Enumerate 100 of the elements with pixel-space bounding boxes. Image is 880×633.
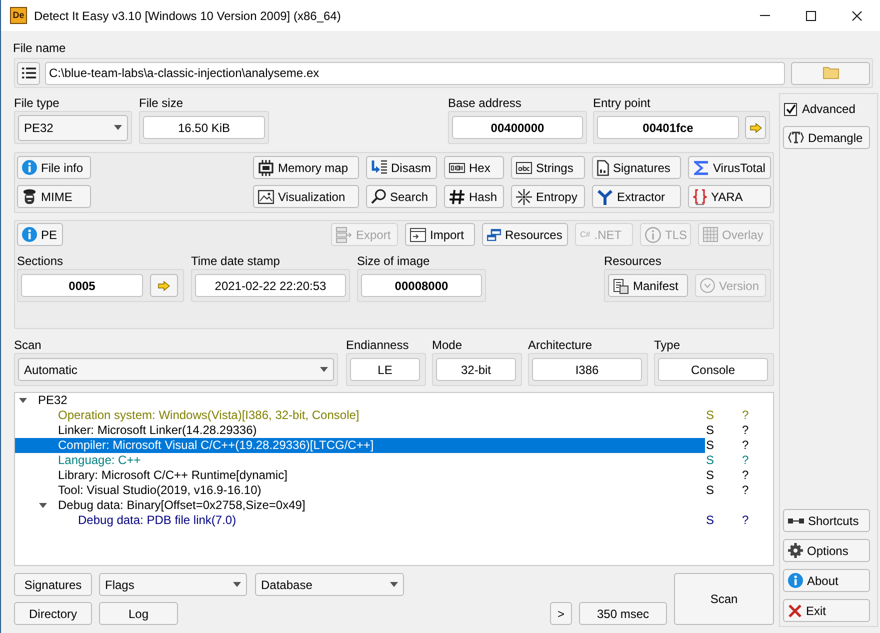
info-icon <box>22 160 37 175</box>
folder-icon <box>822 67 838 79</box>
shortcuts-button[interactable]: Shortcuts <box>783 509 870 532</box>
scan-mode-dropdown[interactable]: Automatic <box>18 358 334 381</box>
tree-item[interactable]: Language: C++ <box>15 453 705 468</box>
tree-item[interactable]: Compiler: Microsoft Visual C/C++(19.28.29336)[LTCG/C++] <box>15 438 705 453</box>
chevron-circle-icon <box>700 278 715 293</box>
manifest-button[interactable]: Manifest <box>608 274 688 297</box>
file-type-dropdown[interactable]: PE32 <box>18 114 128 140</box>
window-icon <box>410 228 426 242</box>
flags-dropdown[interactable]: Flags <box>99 573 247 596</box>
binary-icon <box>449 162 465 172</box>
info-outline-icon <box>645 226 661 242</box>
tree-item[interactable]: Debug data: PDB file link(7.0) <box>15 513 705 528</box>
tree-cell-text: S <box>705 423 716 438</box>
memory-map-button[interactable]: Memory map <box>253 156 359 179</box>
arrow-button[interactable] <box>745 116 766 139</box>
mode-field[interactable]: 32-bit <box>436 358 516 381</box>
tree-item[interactable]: Linker: Microsoft Linker(14.28.29336) <box>15 423 705 438</box>
elapsed-time-button[interactable]: 350 msec <box>579 602 667 625</box>
size-of-image-field[interactable]: 00008000 <box>361 274 482 297</box>
base-address-field[interactable]: 00400000 <box>452 116 583 139</box>
caret-icon <box>390 582 398 587</box>
signatures-button[interactable]: Signatures <box>592 156 681 179</box>
hex-button[interactable]: Hex <box>444 156 504 179</box>
disasm-button[interactable]: Disasm <box>366 156 437 179</box>
grid-icon <box>703 227 718 242</box>
directory-button[interactable]: Directory <box>14 602 92 625</box>
file-name-label: File name <box>13 40 67 57</box>
time-date-stamp-field[interactable]: 2021-02-22 22:20:53 <box>195 274 346 297</box>
virustotal-button[interactable]: VirusTotal <box>688 156 771 179</box>
open-folder-button[interactable] <box>791 62 870 84</box>
pe-info-button[interactable]: PE <box>17 223 63 246</box>
entry-point-field[interactable]: 00401fce <box>597 116 739 139</box>
endianness-label: Endianness <box>346 337 410 353</box>
file-info-button[interactable]: File info <box>17 156 91 179</box>
list-icon <box>22 67 36 79</box>
tree-item[interactable]: Tool: Visual Studio(2019, v16.9-16.10) <box>15 483 705 498</box>
file-size-label: File size <box>139 95 184 111</box>
window-title: Detect It Easy v3.10 [Windows 10 Version 2009] (x86_64) <box>34 8 341 24</box>
info-icon <box>22 227 37 242</box>
advanced-checkbox[interactable] <box>784 102 797 116</box>
architecture-field[interactable]: I386 <box>532 358 642 381</box>
resources-button[interactable]: Resources <box>482 223 568 246</box>
about-button[interactable]: About <box>783 569 870 592</box>
architecture-label: Architecture <box>528 337 594 353</box>
mime-button[interactable]: MIME <box>17 185 91 208</box>
file-path-field[interactable]: C:\blue-team-labs\a-classic-injection\analyseme.ex <box>45 62 785 84</box>
base-address-label: Base address <box>448 95 522 111</box>
clipboard-icon <box>613 278 629 294</box>
advanced-label: Advanced <box>802 101 856 118</box>
stack-icon <box>336 226 352 242</box>
log-button[interactable]: Log <box>99 602 178 625</box>
checkmark-icon <box>786 104 796 114</box>
entropy-button[interactable]: Entropy <box>511 185 585 208</box>
hash-button[interactable]: Hash <box>444 185 504 208</box>
strings-button[interactable]: Strings <box>511 156 585 179</box>
arrow-right-icon <box>750 122 762 132</box>
exit-button[interactable]: Exit <box>783 599 870 622</box>
tree-item[interactable]: Library: Microsoft C/C++ Runtime[dynamic] <box>15 468 705 483</box>
yara-button[interactable]: YARA <box>688 185 771 208</box>
type-field[interactable]: Console <box>658 358 768 381</box>
arrow-right-icon <box>158 280 170 290</box>
signatures-button[interactable]: Signatures <box>14 573 92 596</box>
caret-icon <box>320 367 328 372</box>
file-size-field[interactable]: 16.50 KiB <box>143 116 265 139</box>
time-date-stamp-label: Time date stamp <box>191 253 281 269</box>
options-button[interactable]: Options <box>783 539 870 562</box>
linked-squares-icon <box>788 518 804 524</box>
tree-item[interactable]: Debug data: Binary[Offset=0x2758,Size=0x49] <box>15 498 705 513</box>
database-dropdown[interactable]: Database <box>255 573 404 596</box>
tree-cell-text: ? <box>741 453 750 468</box>
sections-field[interactable]: 0005 <box>21 274 143 297</box>
search-button[interactable]: Search <box>366 185 437 208</box>
app-logo: De <box>10 7 27 24</box>
tree-cell-text: S <box>705 513 716 528</box>
tree-item[interactable]: PE32 <box>15 393 705 408</box>
visualization-button[interactable]: Visualization <box>253 185 359 208</box>
search-icon <box>371 189 386 204</box>
import-button[interactable]: Import <box>405 223 475 246</box>
tree-cell-text: ? <box>741 408 750 423</box>
braces-icon <box>693 188 707 204</box>
close-icon <box>852 10 862 20</box>
scan-button[interactable]: Scan <box>674 573 774 625</box>
file-list-button[interactable] <box>17 62 40 84</box>
endianness-field[interactable]: LE <box>350 358 420 381</box>
minimize-icon <box>760 15 770 16</box>
hash-icon <box>449 188 465 204</box>
size-of-image-label: Size of image <box>357 253 431 269</box>
tree-cell-text: ? <box>741 438 750 453</box>
more-button[interactable]: > <box>550 602 572 625</box>
arrow-button[interactable] <box>150 274 178 297</box>
extractor-button[interactable]: Extractor <box>592 185 681 208</box>
demangle-button[interactable]: Demangle <box>783 126 870 149</box>
maximize-icon <box>806 10 816 20</box>
tree-cell-text: S <box>705 453 716 468</box>
tree-item[interactable]: Operation system: Windows(Vista)[I386, 32-bit, Console] <box>15 408 705 423</box>
scan-label: Scan <box>14 337 42 353</box>
tree-cell-text: S <box>705 408 716 423</box>
gear-icon <box>788 543 803 558</box>
